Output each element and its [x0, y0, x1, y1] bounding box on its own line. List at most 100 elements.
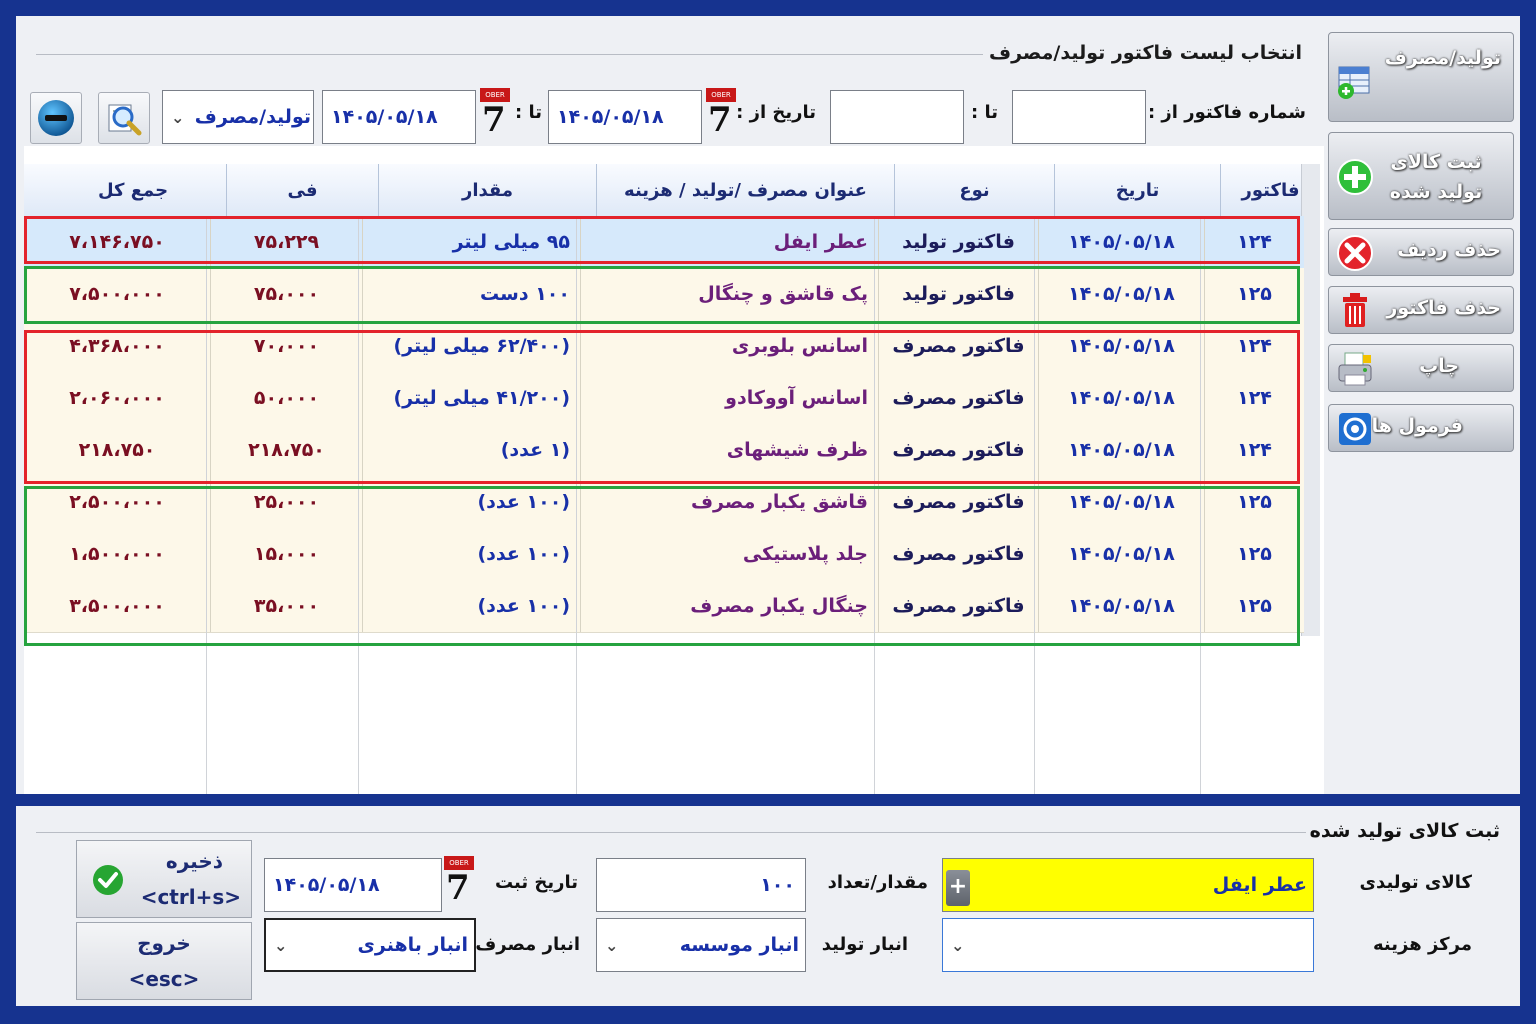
register-product-button[interactable]: ثبت کالای تولید شده [1328, 132, 1514, 220]
cell-fee: ۷۵،۰۰۰ [210, 268, 362, 320]
table-row[interactable]: ۱۲۵ ۱۴۰۵/۰۵/۱۸ فاکتور مصرف جلد پلاستیکی (۱۰۰… [24, 528, 1304, 581]
cell-total: ۲،۰۶۰،۰۰۰ [69, 387, 165, 409]
cell-title: اسانس آووکادو [580, 372, 878, 424]
quantity-field[interactable]: ۱۰۰ [596, 858, 806, 912]
cell-total: ۱،۵۰۰،۰۰۰ [69, 543, 165, 565]
table-row[interactable]: ۱۲۵ ۱۴۰۵/۰۵/۱۸ فاکتور مصرف چنگال یکبار مصرف… [24, 580, 1304, 633]
trash-icon [1343, 293, 1367, 327]
col-header-quantity[interactable]: مقدار [378, 164, 596, 216]
add-product-button[interactable]: + [946, 870, 970, 906]
checkmark-icon [93, 865, 123, 895]
cell-invoice: ۱۲۴ [1204, 424, 1304, 476]
cell-total: ۴،۳۶۸،۰۰۰ [69, 335, 165, 357]
table-add-icon [1338, 66, 1370, 99]
cell-invoice: ۱۲۴ [1204, 216, 1304, 268]
col-header-fee[interactable]: فی [226, 164, 378, 216]
chevron-down-icon: ⌄ [274, 935, 288, 955]
col-divider [576, 216, 577, 794]
cell-title: پک قاشق و چنگال [580, 268, 878, 320]
production-store-select[interactable]: ⌄ انبار موسسه [596, 918, 806, 972]
cell-fee: ۲۵،۰۰۰ [210, 476, 362, 528]
col-divider [1034, 216, 1035, 794]
cell-quantity: (۱۰۰ عدد) [362, 580, 580, 632]
search-button[interactable] [98, 92, 150, 144]
col-divider [1200, 216, 1201, 794]
print-button[interactable]: چاپ [1328, 344, 1514, 392]
table-row[interactable]: ۱۲۵ ۱۴۰۵/۰۵/۱۸ فاکتور مصرف قاشق یکبار مصرف(… [24, 476, 1304, 529]
collapse-button[interactable] [30, 92, 82, 144]
cell-title: قاشق یکبار مصرف [580, 476, 878, 528]
cell-invoice: ۱۲۴ [1204, 320, 1304, 372]
cell-type: فاکتور مصرف [878, 320, 1038, 372]
consumption-store-label: انبار مصرف [475, 934, 580, 955]
col-header-date[interactable]: تاریخ [1054, 164, 1220, 216]
minus-circle-icon [38, 100, 74, 136]
cell-fee: ۷۵،۲۲۹ [210, 216, 362, 268]
formula-icon [1339, 413, 1371, 445]
cell-total: ۷،۱۴۶،۷۵۰ [69, 231, 165, 253]
table-row[interactable]: ۱۲۵ ۱۴۰۵/۰۵/۱۸ فاکتور تولید پک قاشق و چنگال… [24, 268, 1304, 321]
cell-fee: ۱۵،۰۰۰ [210, 528, 362, 580]
cell-quantity: (۶۲/۴۰۰ میلی لیتر) [362, 320, 580, 372]
cost-center-select[interactable]: ⌄ [942, 918, 1314, 972]
cell-quantity: (۱۰۰ عدد) [362, 476, 580, 528]
delete-invoice-button[interactable]: حذف فاکتور [1328, 286, 1514, 334]
col-header-total[interactable]: جمع کل [40, 164, 226, 216]
cell-fee: ۵۰،۰۰۰ [210, 372, 362, 424]
cell-fee: ۳۵،۰۰۰ [210, 580, 362, 632]
cell-date: ۱۴۰۵/۰۵/۱۸ [1038, 424, 1204, 476]
date-from-input[interactable]: ۱۴۰۵/۰۵/۱۸ [548, 90, 702, 144]
calendar-icon-date-to[interactable]: OBER 7 [480, 88, 510, 142]
cell-invoice: ۱۲۵ [1204, 528, 1304, 580]
cell-quantity: (۱۰۰ عدد) [362, 528, 580, 580]
invoice-to-label: تا : [971, 102, 998, 123]
table-row[interactable]: ۱۲۴ ۱۴۰۵/۰۵/۱۸ فاکتور مصرف اسانس بلوبری (۶۲/… [24, 320, 1304, 373]
cell-title: جلد پلاستیکی [580, 528, 878, 580]
register-product-panel: ثبت کالای تولید شده کالای تولیدی عطر ایف… [16, 806, 1520, 1006]
cell-date: ۱۴۰۵/۰۵/۱۸ [1038, 476, 1204, 528]
table-row[interactable]: ۱۲۴ ۱۴۰۵/۰۵/۱۸ فاکتور مصرف ظرف شیشهای (۱ عدد… [24, 424, 1304, 477]
cell-invoice: ۱۲۵ [1204, 580, 1304, 632]
cell-total: ۷،۵۰۰،۰۰۰ [69, 283, 165, 305]
chevron-down-icon: ⌄ [605, 935, 619, 955]
cell-fee: ۲۱۸،۷۵۰ [210, 424, 362, 476]
col-header-type[interactable]: نوع [894, 164, 1054, 216]
quantity-label: مقدار/تعداد [827, 872, 928, 893]
grid-header: فاکتور تاریخ نوع عنوان مصرف /تولید / هزی… [24, 164, 1320, 217]
plus-circle-icon [1337, 159, 1373, 195]
bottom-panel-title: ثبت کالای تولید شده [1305, 820, 1504, 842]
col-divider [206, 216, 207, 794]
product-field[interactable]: عطر ایفل [942, 858, 1314, 912]
delete-row-button[interactable]: حذف ردیف [1328, 228, 1514, 276]
group-border [36, 832, 1320, 833]
save-button[interactable]: ذخیره <ctrl+s> [76, 840, 252, 918]
cell-type: فاکتور تولید [878, 216, 1038, 268]
cell-type: فاکتور مصرف [878, 372, 1038, 424]
cell-date: ۱۴۰۵/۰۵/۱۸ [1038, 580, 1204, 632]
exit-button[interactable]: خروج <esc> [76, 922, 252, 1000]
cost-center-label: مرکز هزینه [1373, 934, 1472, 955]
calendar-icon-register-date[interactable]: OBER 7 [444, 856, 474, 910]
calendar-icon-date-from[interactable]: OBER 7 [706, 88, 736, 142]
invoice-from-input[interactable] [1012, 90, 1146, 144]
cell-title: چنگال یکبار مصرف [580, 580, 878, 632]
invoice-to-input[interactable] [830, 90, 964, 144]
chevron-down-icon: ⌄ [171, 107, 185, 127]
cell-date: ۱۴۰۵/۰۵/۱۸ [1038, 372, 1204, 424]
col-header-title[interactable]: عنوان مصرف /تولید / هزینه [596, 164, 894, 216]
table-row[interactable]: ۱۲۴ ۱۴۰۵/۰۵/۱۸ فاکتور تولید عطر ایفل ۹۵ میلی… [24, 216, 1304, 269]
production-consumption-button[interactable]: تولید/مصرف [1328, 32, 1514, 122]
consumption-store-select[interactable]: ⌄ انبار باهنری [264, 918, 476, 972]
cell-type: فاکتور تولید [878, 268, 1038, 320]
register-date-label: تاریخ ثبت [494, 872, 578, 893]
cell-date: ۱۴۰۵/۰۵/۱۸ [1038, 528, 1204, 580]
cell-type: فاکتور مصرف [878, 476, 1038, 528]
date-to-input[interactable]: ۱۴۰۵/۰۵/۱۸ [322, 90, 476, 144]
cell-type: فاکتور مصرف [878, 424, 1038, 476]
type-select[interactable]: ⌄ تولید/مصرف [162, 90, 314, 144]
cell-type: فاکتور مصرف [878, 580, 1038, 632]
x-circle-icon [1337, 235, 1373, 271]
formulas-button[interactable]: فرمول ها [1328, 404, 1514, 452]
register-date-field[interactable]: ۱۴۰۵/۰۵/۱۸ [264, 858, 442, 912]
table-row[interactable]: ۱۲۴ ۱۴۰۵/۰۵/۱۸ فاکتور مصرف اسانس آووکادو (۴۱… [24, 372, 1304, 425]
